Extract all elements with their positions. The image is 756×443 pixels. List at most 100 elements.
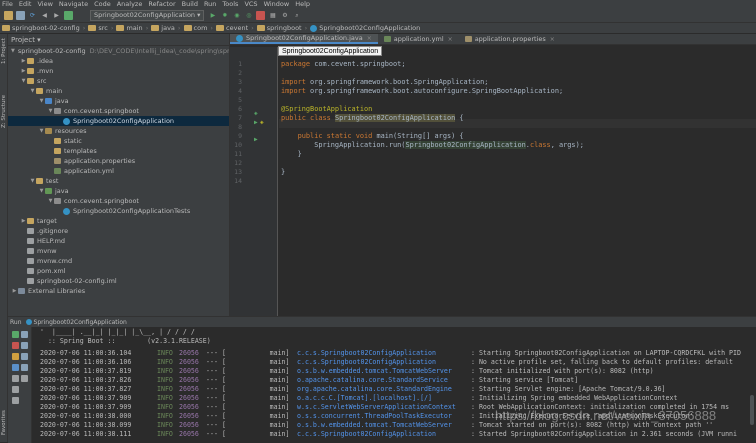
sync-icon[interactable]: ⟳ xyxy=(28,11,37,20)
tree-item[interactable]: ▼ springboot-02-config D:\DEV_CODE\Intelli… xyxy=(8,46,229,56)
dump-threads-icon[interactable] xyxy=(12,364,19,371)
tree-item[interactable]: ▼ java xyxy=(8,96,229,106)
tab-favorites[interactable]: Favorites xyxy=(0,406,8,440)
tree-item[interactable]: springboot-02-config.iml xyxy=(8,276,229,286)
breadcrumb-item[interactable]: java › xyxy=(151,24,181,32)
menu-view[interactable]: View xyxy=(37,0,52,8)
tree-item[interactable]: application.yml xyxy=(8,166,229,176)
tree-item[interactable]: Springboot02ConfigApplication xyxy=(8,116,229,126)
breadcrumb-item[interactable]: springboot › xyxy=(256,24,307,32)
pause-icon[interactable] xyxy=(12,353,19,360)
scroll-down-icon[interactable] xyxy=(21,342,28,349)
chevron-right-icon[interactable]: ▶ xyxy=(20,58,27,64)
print-icon[interactable] xyxy=(21,364,28,371)
menu-tools[interactable]: Tools xyxy=(222,0,238,8)
close-icon[interactable]: × xyxy=(448,36,453,43)
profile-icon[interactable]: ◎ xyxy=(244,11,253,20)
stop-icon[interactable] xyxy=(256,10,266,20)
soft-wrap-icon[interactable] xyxy=(21,353,28,360)
project-structure-icon[interactable]: ▦ xyxy=(268,11,277,20)
menu-window[interactable]: Window xyxy=(264,0,290,8)
menu-file[interactable]: File xyxy=(2,0,13,8)
tree-item[interactable]: Springboot02ConfigApplicationTests xyxy=(8,206,229,216)
run-gutter-icon[interactable]: ▶ xyxy=(254,119,258,126)
chevron-right-icon[interactable]: ▶ xyxy=(20,68,27,74)
tree-item[interactable]: ▼ resources xyxy=(8,126,229,136)
stop-run-icon[interactable] xyxy=(12,342,19,349)
breadcrumb-item[interactable]: springboot-02-config › xyxy=(2,24,85,32)
breadcrumb-item[interactable]: src › xyxy=(88,24,113,32)
debug-icon[interactable]: ✹ xyxy=(220,11,229,20)
tab-project[interactable]: 1: Project xyxy=(0,36,8,66)
run-config-tab[interactable]: Springboot02ConfigApplication xyxy=(34,319,127,326)
tree-item[interactable]: ▶ .idea xyxy=(8,56,229,66)
breadcrumb-item[interactable]: main › xyxy=(116,24,148,32)
menu-build[interactable]: Build xyxy=(182,0,198,8)
rerun-icon[interactable] xyxy=(12,331,19,338)
chevron-down-icon[interactable]: ▼ xyxy=(47,108,54,114)
menu-help[interactable]: Help xyxy=(295,0,310,8)
menu-vcs[interactable]: VCS xyxy=(244,0,257,8)
editor-tab[interactable]: Springboot02ConfigApplication.java × xyxy=(230,34,378,44)
tree-item[interactable]: templates xyxy=(8,146,229,156)
menu-code[interactable]: Code xyxy=(94,0,111,8)
tree-item[interactable]: ▼ java xyxy=(8,186,229,196)
layout-icon[interactable] xyxy=(12,375,19,382)
search-icon[interactable]: ⌕ xyxy=(292,11,301,20)
tree-item[interactable]: mvnw.cmd xyxy=(8,256,229,266)
close-icon[interactable]: × xyxy=(367,35,372,42)
tree-item[interactable]: ▶ target xyxy=(8,216,229,226)
run-icon[interactable]: ▶ xyxy=(208,11,217,20)
tab-structure[interactable]: Z: Structure xyxy=(0,94,8,130)
console-output[interactable]: ' |____| .__|_| |_|_| |_\__, | / / / / :… xyxy=(34,327,756,443)
scroll-up-icon[interactable] xyxy=(21,331,28,338)
breadcrumb-item[interactable]: com › xyxy=(183,24,213,32)
close-run-icon[interactable] xyxy=(12,397,19,404)
clear-all-icon[interactable] xyxy=(21,375,28,382)
tree-item[interactable]: ▶ External Libraries xyxy=(8,286,229,296)
build-icon[interactable] xyxy=(64,10,73,20)
tree-item[interactable]: ▼ com.cevent.springboot xyxy=(8,106,229,116)
breadcrumb-item[interactable]: cevent › xyxy=(216,24,254,32)
breadcrumb-item[interactable]: Springboot02ConfigApplication xyxy=(310,24,420,32)
console-scrollbar[interactable] xyxy=(750,395,754,425)
code-editor[interactable]: 1 2 3 4 5 6 7 8 9 10 11 12 13 14 ◈ ▶ ◈ ▶ package com.… xyxy=(230,46,756,316)
tree-item[interactable]: .gitignore xyxy=(8,226,229,236)
chevron-down-icon[interactable]: ▼ xyxy=(29,178,36,184)
chevron-down-icon[interactable]: ▼ xyxy=(20,78,27,84)
chevron-right-icon[interactable]: ▶ xyxy=(11,288,18,294)
tree-item[interactable]: application.properties xyxy=(8,156,229,166)
tree-item[interactable]: pom.xml xyxy=(8,266,229,276)
tree-item[interactable]: HELP.md xyxy=(8,236,229,246)
back-icon[interactable]: ◀ xyxy=(40,11,49,20)
chevron-down-icon[interactable]: ▼ xyxy=(47,198,54,204)
run-configuration-select[interactable]: Springboot02ConfigApplication ▾ xyxy=(90,9,205,21)
coverage-icon[interactable]: ◉ xyxy=(232,11,241,20)
menu-edit[interactable]: Edit xyxy=(19,0,32,8)
tree-item[interactable]: ▼ com.cevent.springboot xyxy=(8,196,229,206)
chevron-down-icon[interactable]: ▼ xyxy=(38,128,45,134)
spring-bean-icon[interactable]: ◈ xyxy=(254,110,258,117)
close-icon[interactable]: × xyxy=(550,36,555,43)
editor-tab[interactable]: application.yml × xyxy=(378,34,459,44)
tree-item[interactable]: ▼ main xyxy=(8,86,229,96)
chevron-right-icon[interactable]: ▶ xyxy=(20,218,27,224)
chevron-down-icon[interactable]: ▼ xyxy=(11,48,15,54)
tree-item[interactable]: mvnw xyxy=(8,246,229,256)
tree-item[interactable]: ▼ src xyxy=(8,76,229,86)
settings-icon[interactable]: ⚙ xyxy=(280,11,289,20)
chevron-down-icon[interactable]: ▼ xyxy=(38,98,45,104)
chevron-down-icon[interactable]: ▼ xyxy=(38,188,45,194)
tree-item[interactable]: static xyxy=(8,136,229,146)
spring-bean-icon-2[interactable]: ◈ xyxy=(260,119,264,126)
open-folder-icon[interactable] xyxy=(4,10,13,20)
tree-item[interactable]: ▼ test xyxy=(8,176,229,186)
chevron-down-icon[interactable]: ▼ xyxy=(29,88,36,94)
project-panel-header[interactable]: Project ▾ xyxy=(8,34,229,46)
menu-refactor[interactable]: Refactor xyxy=(148,0,175,8)
menu-navigate[interactable]: Navigate xyxy=(59,0,88,8)
save-icon[interactable] xyxy=(16,10,25,20)
editor-tab[interactable]: application.properties × xyxy=(459,34,561,44)
menu-run[interactable]: Run xyxy=(204,0,216,8)
run-main-gutter-icon[interactable]: ▶ xyxy=(254,136,258,143)
